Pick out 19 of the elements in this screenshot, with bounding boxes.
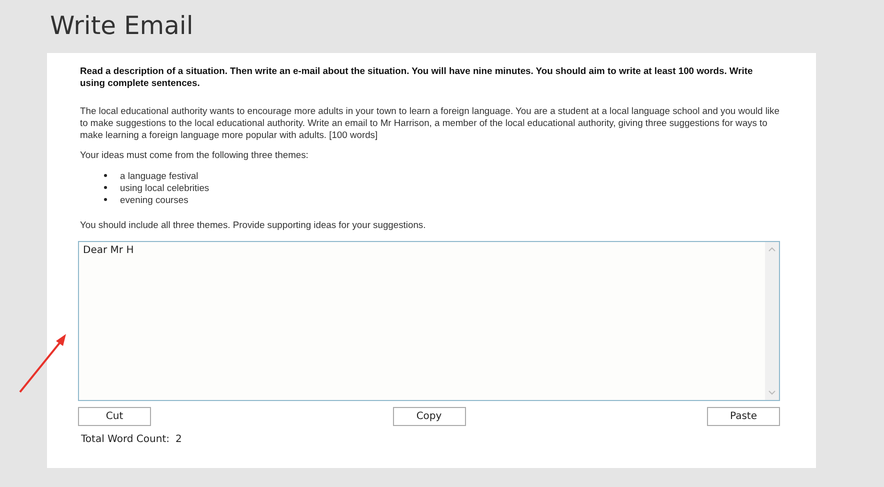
word-count-label: Total Word Count: bbox=[81, 434, 170, 445]
bullet-icon bbox=[104, 186, 107, 188]
page-title: Write Email bbox=[50, 10, 194, 41]
action-button[interactable]: Copy bbox=[392, 407, 466, 426]
arrow-icon bbox=[18, 332, 68, 394]
theme-item: using local celebrities bbox=[120, 182, 210, 192]
themes-intro: Your ideas must come from the following three themes: bbox=[80, 149, 310, 161]
action-button[interactable]: Paste bbox=[707, 407, 780, 426]
situation-text: The local educational authority wants to encourage more adults in your town to learn a foreign language. You are a student at a local language school and you would like to make suggestions to the local educational authority. Write an email to Mr Harrison, a member of the local educational authority, giving three suggestions for ways to make learning a foreign language more popular with adults. [100 words] bbox=[80, 105, 780, 141]
word-count-value: 2 bbox=[175, 434, 182, 445]
bullet-icon bbox=[104, 174, 107, 176]
theme-item: a language festival bbox=[120, 170, 198, 180]
closing-text: You should include all three themes. Provide supporting ideas for your suggestions. bbox=[80, 219, 427, 231]
bullet-icon bbox=[104, 198, 107, 200]
answer-box[interactable]: Dear Mr H bbox=[78, 241, 780, 401]
theme-item: evening courses bbox=[120, 194, 188, 204]
action-button[interactable]: Cut bbox=[78, 407, 151, 426]
instructions-text: Read a description of a situation. Then write an e-mail about the situation. You will have nine minutes. You should aim to write at least 100 words. Write using complete sentences. bbox=[80, 65, 754, 89]
scrollbar[interactable] bbox=[765, 242, 779, 400]
